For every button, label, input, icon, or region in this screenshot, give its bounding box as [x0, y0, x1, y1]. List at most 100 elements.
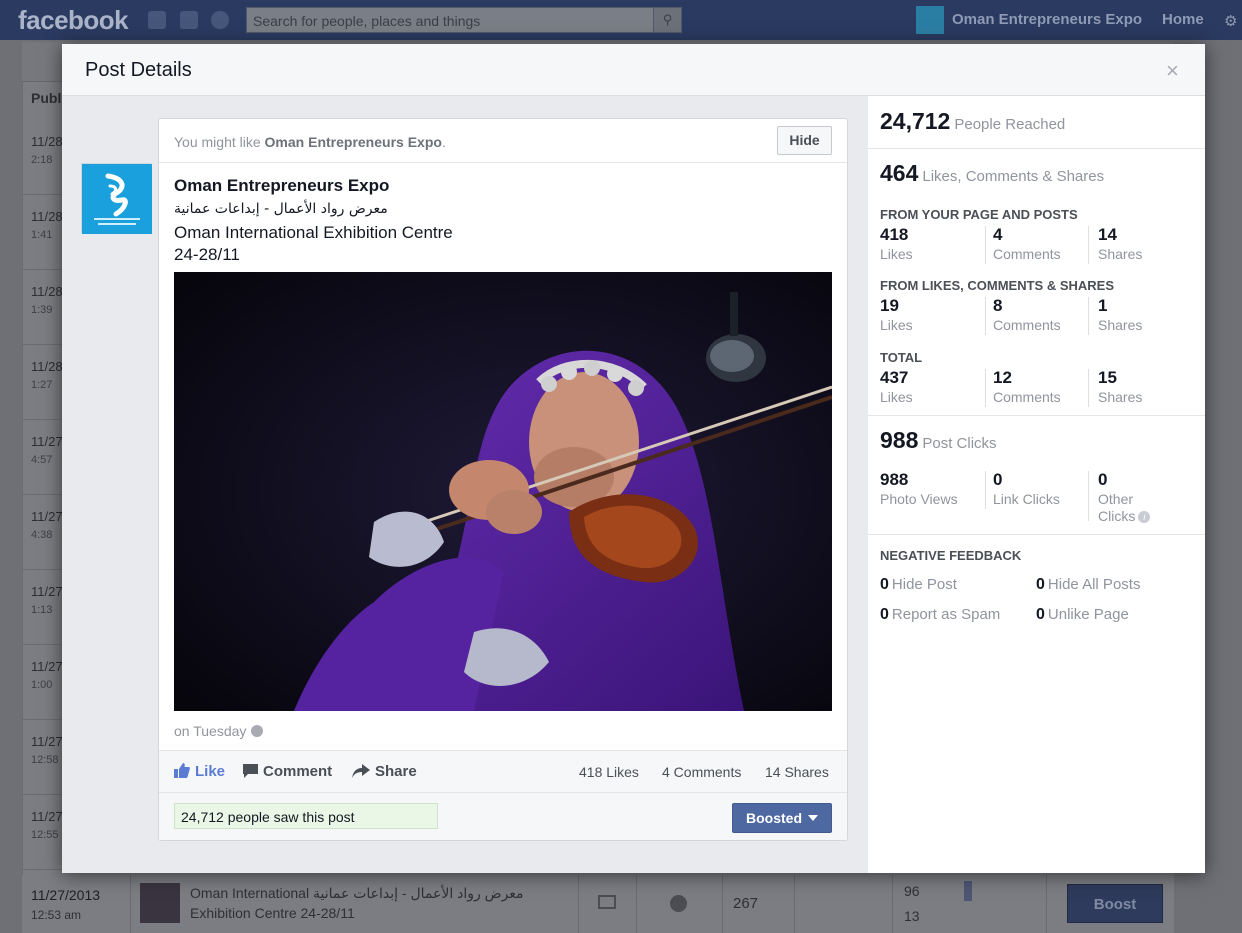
post-timestamp-text: on Tuesday — [174, 723, 247, 739]
total-likes: 437 Likes — [880, 368, 913, 405]
comments-count-link[interactable]: 4 Comments — [662, 764, 741, 780]
stat-value: 0 — [1036, 606, 1045, 623]
photo-views: 988 Photo Views — [880, 470, 958, 507]
search-placeholder: Search for people, places and things — [253, 13, 481, 29]
expo-logo-icon — [82, 164, 152, 234]
table-row[interactable]: 11/27/2013 12:53 am Oman International م… — [22, 875, 1174, 933]
row-time: 4:38 — [31, 529, 53, 541]
search-icon[interactable]: ⚲ — [653, 8, 681, 32]
close-icon[interactable]: × — [1166, 58, 1179, 84]
post-page-name[interactable]: Oman Entrepreneurs Expo — [174, 176, 389, 196]
row-time: 1:41 — [31, 229, 53, 241]
post-photo[interactable] — [174, 272, 832, 711]
row-date: 11/28 — [31, 359, 63, 374]
shares-count-link[interactable]: 14 Shares — [765, 764, 829, 780]
share-arrow-icon — [352, 764, 370, 778]
notifications-icon[interactable] — [211, 11, 229, 29]
facebook-logo[interactable]: facebook — [18, 5, 129, 36]
dialog-title: Post Details — [85, 59, 192, 81]
share-label: Share — [375, 763, 417, 780]
boost-button[interactable]: Boost — [1067, 884, 1163, 923]
column-divider — [1046, 875, 1047, 933]
stat-value: 0 — [880, 606, 889, 623]
stat-label: Comments — [993, 317, 1061, 333]
violinist-photo — [174, 272, 832, 711]
row-date: 11/27/2013 — [31, 887, 101, 903]
row-post-title-continued[interactable]: Exhibition Centre 24-28/11 — [190, 905, 355, 921]
post-thumbnail[interactable] — [140, 883, 180, 923]
column-divider — [578, 875, 579, 933]
stat-value: 418 — [880, 225, 909, 244]
stat-label: Unlike Page — [1047, 606, 1129, 623]
search-input[interactable]: Search for people, places and things ⚲ — [246, 7, 682, 33]
suggested-page-link[interactable]: Oman Entrepreneurs Expo — [265, 134, 442, 150]
column-divider — [130, 875, 131, 933]
negative-feedback-heading: NEGATIVE FEEDBACK — [880, 548, 1022, 563]
engagement-label: Likes, Comments & Shares — [922, 168, 1105, 185]
suggestion-prefix: You might like — [174, 134, 265, 150]
reach-text: 24,712 people saw this post — [181, 809, 355, 825]
from-page-likes: 418 Likes — [880, 225, 913, 262]
row-time: 1:39 — [31, 304, 53, 316]
row-date: 11/27 — [31, 734, 63, 749]
stat-label-text: Clicks — [1098, 508, 1136, 524]
like-label: Like — [195, 763, 226, 780]
divider — [868, 415, 1205, 416]
like-button[interactable]: Like — [174, 763, 225, 780]
stat-value: 0 — [993, 470, 1003, 489]
row-time: 2:18 — [31, 154, 53, 166]
stat-divider — [985, 369, 986, 407]
row-date: 11/27 — [31, 809, 63, 824]
post-clicks-stat: 988 Post Clicks — [880, 427, 997, 454]
photo-type-icon — [598, 895, 616, 909]
row-engagement-stat: 96 — [904, 883, 920, 899]
stat-value: 0 — [1098, 470, 1108, 489]
people-reached-value: 24,712 — [880, 108, 951, 134]
row-time: 1:00 — [31, 679, 53, 691]
row-reach: 267 — [733, 895, 759, 912]
stat-value: 15 — [1098, 368, 1117, 387]
stat-label: Link Clicks — [993, 491, 1060, 507]
engagement-stat: 464 Likes, Comments & Shares — [880, 160, 1104, 187]
people-reached-label: People Reached — [954, 116, 1066, 133]
comment-button[interactable]: Comment — [243, 763, 332, 780]
stat-divider — [985, 471, 986, 509]
home-link[interactable]: Home — [1162, 11, 1204, 28]
row-date: 11/27 — [31, 584, 63, 599]
comment-icon — [243, 764, 258, 778]
page-avatar[interactable] — [81, 163, 152, 234]
suggestion-suffix: . — [441, 134, 446, 150]
published-column-header: Publ — [31, 90, 62, 106]
stat-label: Comments — [993, 389, 1061, 405]
stat-label: Comments — [993, 246, 1061, 262]
stat-value: 14 — [1098, 225, 1117, 244]
suggestion-text: You might like Oman Entrepreneurs Expo. — [174, 134, 446, 150]
messages-icon[interactable] — [180, 11, 198, 29]
page-profile-icon[interactable] — [916, 6, 944, 34]
stat-divider — [1088, 471, 1089, 521]
row-time: 12:53 am — [31, 908, 82, 922]
post-text-arabic: معرض رواد الأعمال - إبداعات عمانية — [174, 201, 388, 217]
column-divider — [892, 875, 893, 933]
post-timestamp[interactable]: on Tuesday — [174, 723, 264, 739]
gear-icon[interactable]: ⚙ — [1224, 12, 1237, 30]
chevron-down-icon — [808, 815, 818, 821]
page-name-link[interactable]: Oman Entrepreneurs Expo — [952, 11, 1142, 28]
stat-divider — [985, 226, 986, 264]
hide-button[interactable]: Hide — [777, 126, 832, 155]
total-shares: 15 Shares — [1098, 368, 1142, 405]
row-engagement-stat: 13 — [904, 908, 920, 924]
stat-label: Other — [1098, 491, 1134, 507]
total-comments: 12 Comments — [993, 368, 1061, 405]
thumbs-up-icon — [174, 763, 190, 778]
boosted-dropdown-button[interactable]: Boosted — [732, 803, 832, 833]
row-post-title[interactable]: Oman International معرض رواد الأعمال - إ… — [190, 885, 524, 902]
stat-value: 0 — [880, 576, 889, 593]
stat-divider — [1088, 226, 1089, 264]
friend-requests-icon[interactable] — [148, 11, 166, 29]
share-button[interactable]: Share — [352, 763, 417, 780]
post-clicks-value: 988 — [880, 427, 919, 453]
info-icon[interactable]: i — [1138, 511, 1151, 523]
post-action-bar: Like Comment Share 418 Likes 4 Comments … — [159, 750, 847, 793]
likes-count-link[interactable]: 418 Likes — [579, 764, 639, 780]
